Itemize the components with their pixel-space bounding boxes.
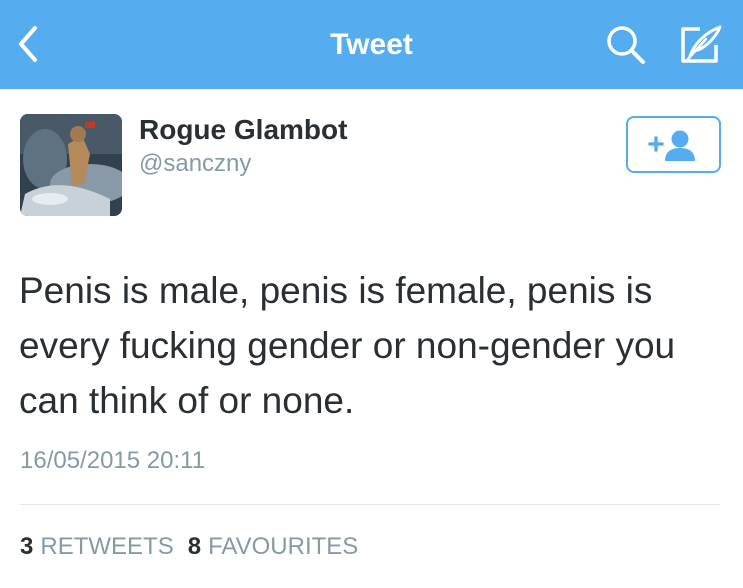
add-user-icon bbox=[647, 130, 695, 161]
favourites-count: 8 bbox=[187, 533, 202, 560]
favourites-stat[interactable]: 8 FAVOURITES bbox=[188, 533, 359, 561]
tweet-text: Penis is male, penis is female, penis is… bbox=[19, 270, 676, 421]
favourites-label: FAVOURITES bbox=[208, 533, 359, 560]
compose-icon bbox=[681, 25, 722, 63]
avatar[interactable] bbox=[20, 114, 122, 216]
author-handle[interactable]: @sanczny bbox=[139, 150, 251, 178]
tweet-stats: 3 RETWEETS 8 FAVOURITES bbox=[20, 533, 372, 561]
compose-button[interactable] bbox=[672, 20, 728, 70]
tweet-timestamp: 16/05/2015 20:11 bbox=[20, 447, 206, 474]
divider bbox=[20, 504, 720, 505]
retweets-stat[interactable]: 3 RETWEETS bbox=[20, 533, 174, 561]
search-icon bbox=[607, 26, 645, 64]
chevron-left-icon bbox=[19, 26, 37, 62]
retweets-label: RETWEETS bbox=[40, 533, 174, 560]
back-button[interactable] bbox=[8, 18, 48, 70]
follow-button[interactable] bbox=[626, 116, 721, 173]
author-display-name[interactable]: Rogue Glambot bbox=[139, 114, 347, 146]
retweets-count: 3 bbox=[20, 533, 34, 560]
avatar-image bbox=[20, 114, 122, 216]
navigation-bar: Tweet bbox=[0, 0, 743, 89]
search-button[interactable] bbox=[601, 20, 651, 70]
